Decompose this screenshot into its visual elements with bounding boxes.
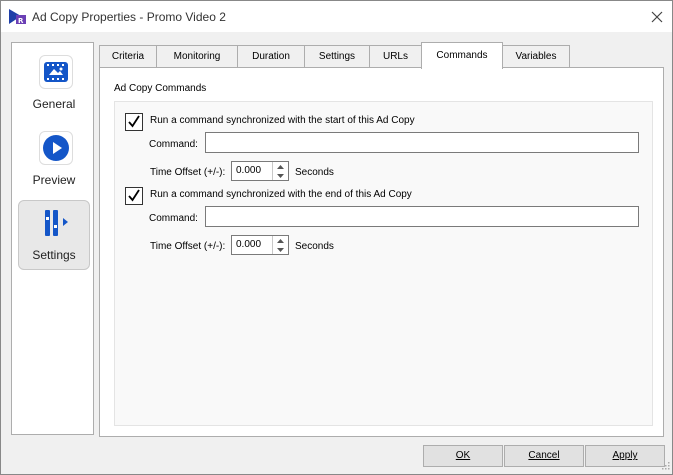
tab-variables[interactable]: Variables xyxy=(502,45,570,68)
checkmark-icon xyxy=(128,115,140,128)
sidebar-item-label: Settings xyxy=(32,248,76,262)
sidebar-item-general[interactable]: General xyxy=(18,49,90,119)
title-bar: R Ad Copy Properties - Promo Video 2 xyxy=(1,1,672,32)
commands-group: Run a command synchronized with the star… xyxy=(114,101,653,426)
cancel-button[interactable]: Cancel xyxy=(504,445,584,467)
tab-commands[interactable]: Commands xyxy=(421,42,503,69)
checkmark-icon xyxy=(128,189,140,202)
apply-button[interactable]: Apply xyxy=(585,445,665,467)
end-offset-value: 0.000 xyxy=(236,239,262,250)
app-logo-icon: R xyxy=(9,8,27,25)
tab-label: Duration xyxy=(252,51,290,62)
close-button[interactable] xyxy=(641,1,672,32)
tab-label: Monitoring xyxy=(173,51,221,62)
tab-panel-commands: Ad Copy Commands Run a command synchroni… xyxy=(99,67,664,437)
sidebar-item-settings[interactable]: Settings xyxy=(18,200,90,270)
tab-duration[interactable]: Duration xyxy=(237,45,305,68)
start-command-checkbox-label: Run a command synchronized with the star… xyxy=(150,115,415,126)
spin-down-icon[interactable] xyxy=(273,171,288,180)
start-offset-label: Time Offset (+/-): xyxy=(150,167,226,178)
tab-monitoring[interactable]: Monitoring xyxy=(156,45,238,68)
end-command-checkbox[interactable] xyxy=(125,187,143,205)
ok-button[interactable]: OK xyxy=(423,445,503,467)
end-command-checkbox-label: Run a command synchronized with the end … xyxy=(150,189,412,200)
tab-settings[interactable]: Settings xyxy=(304,45,370,68)
end-offset-stepper[interactable]: 0.000 xyxy=(231,235,289,255)
apply-button-label: Apply xyxy=(612,450,638,461)
tab-label: Criteria xyxy=(111,51,145,62)
spin-up-icon[interactable] xyxy=(273,162,288,171)
end-command-input[interactable] xyxy=(205,206,639,227)
tab-criteria[interactable]: Criteria xyxy=(99,45,157,68)
film-icon xyxy=(39,55,73,89)
spin-down-icon[interactable] xyxy=(273,245,288,254)
cancel-button-label: Cancel xyxy=(528,450,560,461)
stepper-buttons xyxy=(272,162,288,180)
tab-label: Variables xyxy=(515,51,557,62)
spin-up-icon[interactable] xyxy=(273,236,288,245)
sidebar-item-label: Preview xyxy=(32,173,76,187)
svg-text:R: R xyxy=(18,17,24,25)
start-command-label: Command: xyxy=(149,139,198,150)
end-command-label: Command: xyxy=(149,213,198,224)
tab-label: Settings xyxy=(318,51,356,62)
close-icon xyxy=(651,11,662,22)
tab-label: URLs xyxy=(382,51,408,62)
dialog-window: R Ad Copy Properties - Promo Video 2 Gen… xyxy=(0,0,673,475)
ok-button-label: OK xyxy=(455,450,471,461)
end-offset-label: Time Offset (+/-): xyxy=(150,241,226,252)
resize-grip-icon[interactable] xyxy=(660,462,670,472)
tab-label: Commands xyxy=(436,50,488,61)
stepper-buttons xyxy=(272,236,288,254)
start-offset-unit: Seconds xyxy=(295,167,334,178)
start-command-input[interactable] xyxy=(205,132,639,153)
start-command-checkbox[interactable] xyxy=(125,113,143,131)
section-title: Ad Copy Commands xyxy=(114,83,207,94)
sidebar: General Preview Settings xyxy=(11,42,94,435)
sidebar-item-preview[interactable]: Preview xyxy=(18,125,90,195)
start-offset-stepper[interactable]: 0.000 xyxy=(231,161,289,181)
end-offset-unit: Seconds xyxy=(295,241,334,252)
window-title: Ad Copy Properties - Promo Video 2 xyxy=(32,10,226,24)
settings-sliders-icon xyxy=(39,206,73,240)
tab-urls[interactable]: URLs xyxy=(369,45,422,68)
start-offset-value: 0.000 xyxy=(236,165,262,176)
play-icon xyxy=(39,131,73,165)
sidebar-item-label: General xyxy=(32,97,76,111)
